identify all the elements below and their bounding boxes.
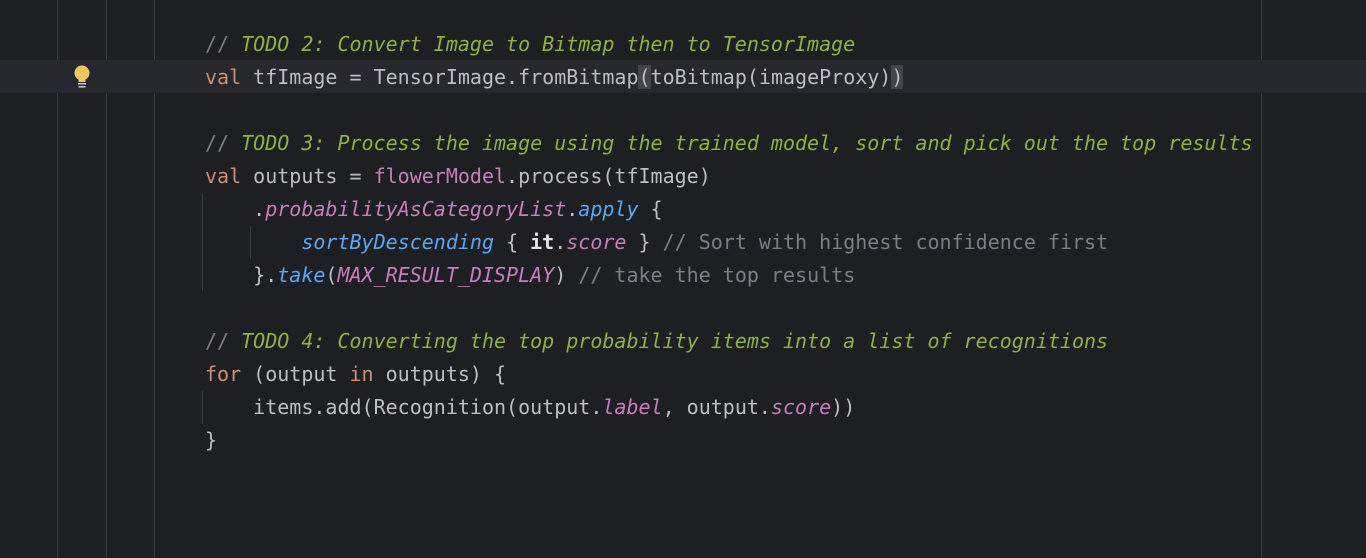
- code-token: }: [626, 230, 663, 254]
- code-line[interactable]: // TODO 4: Converting the top probabilit…: [205, 325, 1108, 358]
- code-token: val: [205, 164, 242, 188]
- code-token: , output.: [662, 395, 771, 419]
- code-token: take: [277, 263, 326, 287]
- code-token: //: [205, 131, 242, 155]
- indent-guide: [202, 193, 203, 291]
- code-token: probabilityAsCategoryList: [265, 197, 567, 221]
- code-token: (: [638, 65, 651, 89]
- code-token: for: [205, 362, 242, 386]
- code-token: in: [349, 362, 374, 386]
- code-token: score: [566, 230, 627, 254]
- code-token: .: [566, 197, 579, 221]
- code-token: TODO 3: Process the image using the trai…: [241, 131, 1253, 155]
- code-token: score: [770, 395, 832, 419]
- code-line[interactable]: for (output in outputs) {: [205, 358, 506, 391]
- code-token: outputs =: [241, 164, 374, 188]
- code-token: ): [891, 65, 904, 89]
- code-token: MAX_RESULT_DISPLAY: [337, 263, 555, 287]
- code-token: TODO 4: Converting the top probability i…: [241, 329, 1109, 353]
- code-token: apply: [578, 197, 639, 221]
- code-line[interactable]: }.take(MAX_RESULT_DISPLAY) // take the t…: [205, 259, 855, 292]
- code-token: it: [530, 230, 555, 254]
- code-token: // Sort with highest confidence first: [662, 230, 1109, 254]
- code-token: TODO 2: Convert Image to Bitmap then to …: [241, 32, 856, 56]
- lightbulb-icon[interactable]: [72, 64, 92, 90]
- code-token: .: [554, 230, 567, 254]
- code-line[interactable]: }: [205, 424, 217, 457]
- code-line[interactable]: val outputs = flowerModel.process(tfImag…: [205, 160, 711, 193]
- indent-guide: [202, 391, 203, 424]
- code-token: {: [638, 197, 663, 221]
- code-token: //: [205, 32, 242, 56]
- code-token: {: [493, 230, 531, 254]
- code-token: toBitmap(imageProxy): [650, 65, 892, 89]
- code-line[interactable]: val tfImage = TensorImage.fromBitmap(toB…: [205, 61, 904, 94]
- code-token: .: [205, 197, 266, 221]
- code-token: flowerModel: [373, 164, 507, 188]
- code-token: sortByDescending: [301, 230, 494, 254]
- code-token: (output: [241, 362, 350, 386]
- code-line[interactable]: // TODO 2: Convert Image to Bitmap then …: [205, 28, 855, 61]
- code-token: //: [205, 329, 242, 353]
- code-token: }: [205, 428, 218, 452]
- code-line[interactable]: items.add(Recognition(output.label, outp…: [205, 391, 855, 424]
- code-token: items.add(Recognition(output.: [205, 395, 603, 419]
- code-token: tfImage = TensorImage.fromBitmap: [241, 65, 639, 89]
- code-line[interactable]: .probabilityAsCategoryList.apply {: [205, 193, 663, 226]
- code-token: outputs) {: [373, 362, 507, 386]
- code-token: ): [554, 263, 579, 287]
- code-token: label: [602, 395, 663, 419]
- code-token: .process(tfImage): [506, 164, 711, 188]
- code-token: )): [831, 395, 856, 419]
- code-token: // take the top results: [578, 263, 856, 287]
- code-line[interactable]: sortByDescending { it.score } // Sort wi…: [205, 226, 1108, 259]
- code-token: val: [205, 65, 242, 89]
- code-line[interactable]: // TODO 3: Process the image using the t…: [205, 127, 1253, 160]
- code-token: }.: [205, 263, 278, 287]
- code-token: (: [325, 263, 338, 287]
